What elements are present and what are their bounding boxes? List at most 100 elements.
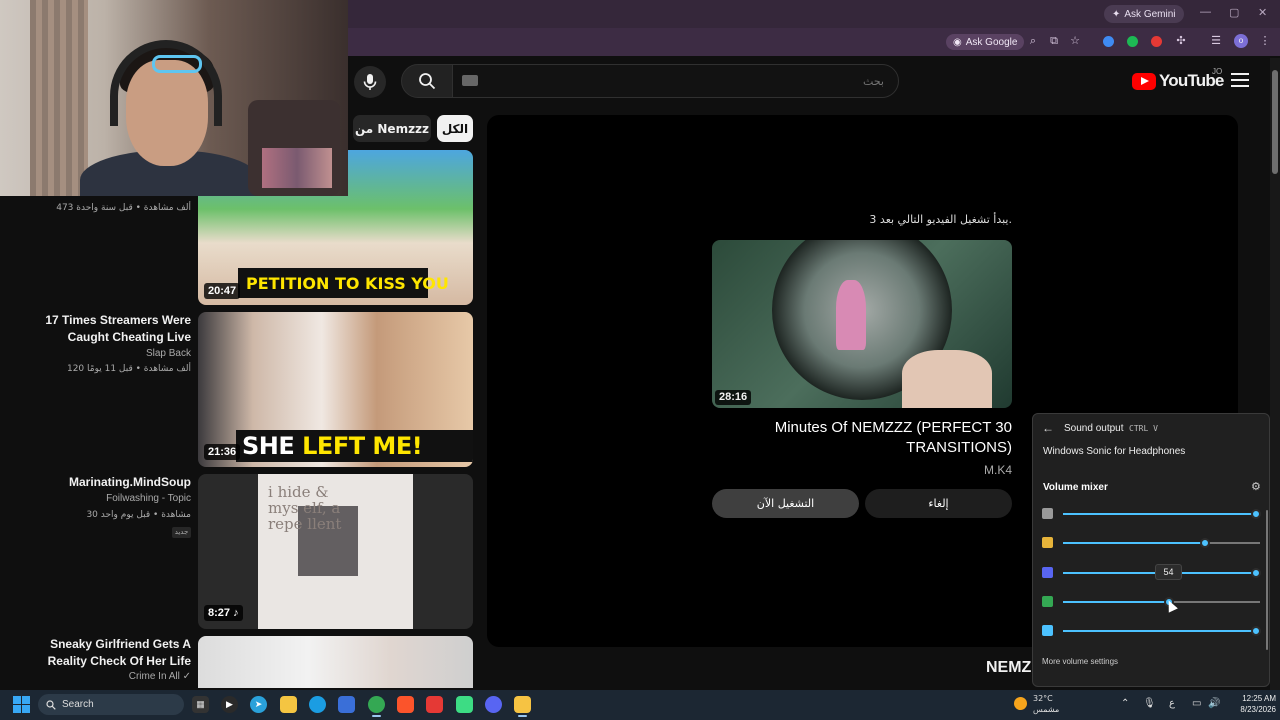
system-clock[interactable]: 12:25 AM 8/23/2026 — [1226, 693, 1276, 715]
volume-slider-thumb[interactable] — [1199, 538, 1210, 548]
volume-slider-thumb[interactable] — [1251, 626, 1262, 636]
up-next-channel[interactable]: M.K4 — [712, 463, 1012, 477]
chip-all[interactable]: الكل — [437, 115, 473, 142]
ask-google-label[interactable]: Ask Google — [966, 37, 1018, 48]
minimize-button[interactable]: — — [1200, 6, 1211, 18]
taskbar-search[interactable]: Search — [38, 694, 184, 715]
weather-widget[interactable]: 32°C مشمس — [1033, 693, 1059, 715]
channel-name[interactable]: Foilwashing - Topic — [106, 493, 191, 504]
maximize-button[interactable]: ▢ — [1229, 6, 1239, 19]
volume-slider[interactable] — [1063, 538, 1260, 548]
volume-slider-fill — [1063, 601, 1170, 603]
play-now-button[interactable]: التشغيل الآن — [712, 489, 859, 518]
search-field[interactable] — [452, 64, 899, 98]
more-volume-settings-link[interactable]: More volume settings — [1042, 657, 1118, 666]
input-language[interactable]: ع — [1169, 698, 1175, 709]
chip-from-channel[interactable]: من Nemzzz — [353, 115, 431, 142]
search-button[interactable] — [401, 64, 453, 98]
channel-name[interactable]: Crime In All ✓ — [129, 671, 191, 682]
install-app-icon[interactable]: ⧉ — [1047, 34, 1061, 48]
telegram-icon[interactable]: ➤ — [250, 696, 267, 713]
app-icon[interactable] — [514, 696, 531, 713]
app-icon[interactable]: ▦ — [192, 696, 209, 713]
chrome-icon[interactable] — [368, 696, 385, 713]
cancel-autoplay-button[interactable]: إلغاء — [865, 489, 1012, 518]
app-icon[interactable] — [426, 696, 443, 713]
channel-name[interactable]: Slap Back — [146, 348, 191, 359]
volume-slider-fill — [1063, 630, 1257, 632]
close-window-button[interactable]: ✕ — [1258, 6, 1267, 19]
voice-search-button[interactable] — [354, 66, 386, 98]
search-icon — [46, 699, 56, 710]
file-explorer-icon[interactable] — [280, 696, 297, 713]
search-input[interactable] — [453, 65, 898, 97]
shortcut-hint: CTRL V — [1129, 424, 1158, 433]
sparkle-icon: ✦ — [1112, 8, 1121, 20]
discord-icon[interactable] — [485, 696, 502, 713]
reading-list-icon[interactable]: ☰ — [1209, 34, 1223, 48]
extension-icon[interactable] — [1127, 36, 1138, 47]
up-next-title[interactable]: Minutes Of NEMZZZ (PERFECT 30 TRANSITION… — [712, 418, 1012, 458]
windows-start-icon[interactable] — [13, 696, 30, 713]
flyout-scrollbar[interactable] — [1266, 510, 1268, 650]
ask-google-button[interactable]: ◉ Ask Google — [946, 34, 1025, 50]
clock-date: 8/23/2026 — [1240, 705, 1276, 714]
browser-toolbar — [348, 28, 1280, 56]
youtube-logo[interactable]: YouTube — [1132, 71, 1224, 91]
profile-avatar[interactable]: o — [1234, 34, 1248, 48]
video-title[interactable]: Marinating.MindSoup — [11, 474, 191, 491]
media-player-icon[interactable]: ▶ — [221, 696, 238, 713]
microphone-icon[interactable]: 🎙 — [1143, 698, 1156, 709]
video-meta: 120 ألف مشاهدة • قبل 11 يومًا — [66, 364, 191, 374]
video-title[interactable]: 17 Times Streamers Were Caught Cheating … — [11, 312, 191, 346]
up-next-thumbnail[interactable] — [712, 240, 1012, 408]
speaker-icon[interactable]: 🔊 — [1208, 698, 1220, 709]
clock-time: 12:25 AM — [1242, 694, 1276, 703]
gear-icon[interactable]: ⚙ — [1251, 480, 1261, 493]
guide-menu-button[interactable] — [1231, 73, 1249, 87]
extensions-puzzle-icon[interactable]: ✣ — [1174, 34, 1188, 48]
video-thumbnail[interactable] — [198, 636, 473, 688]
video-title[interactable]: Sneaky Girlfriend Gets A Reality Check O… — [11, 636, 191, 670]
volume-slider[interactable] — [1063, 509, 1262, 519]
app-window-icon — [1042, 625, 1053, 636]
country-code: JO — [1212, 67, 1223, 76]
store-icon[interactable] — [338, 696, 355, 713]
scrollbar-thumb[interactable] — [1272, 70, 1278, 174]
youtube-play-icon — [1132, 72, 1156, 90]
up-next-duration: 28:16 — [715, 390, 752, 405]
output-device[interactable]: Windows Sonic for Headphones — [1043, 446, 1185, 457]
menu-kebab-icon[interactable]: ⋮ — [1258, 34, 1272, 48]
lens-icon: ◉ — [953, 36, 962, 48]
video-thumbnail[interactable]: SHE LEFT ME! — [198, 312, 473, 467]
volume-slider-fill — [1063, 542, 1205, 544]
extension-icon[interactable] — [1103, 36, 1114, 47]
brave-icon[interactable] — [397, 696, 414, 713]
volume-slider-thumb[interactable] — [1251, 509, 1262, 519]
network-icon[interactable]: ▭ — [1192, 698, 1201, 709]
extension-icon[interactable] — [1151, 36, 1162, 47]
ask-gemini-label: Ask Gemini — [1124, 8, 1176, 20]
volume-slider-thumb[interactable] — [1251, 568, 1262, 578]
weather-sun-icon[interactable] — [1014, 697, 1027, 710]
volume-slider[interactable] — [1063, 626, 1262, 636]
chevron-up-icon[interactable]: ⌃ — [1121, 698, 1129, 709]
thumbnail-caption: SHE LEFT ME! — [242, 432, 423, 460]
video-title-partial: NEMZ — [986, 659, 1032, 676]
keyboard-icon[interactable] — [462, 75, 478, 86]
chrome-icon — [1042, 596, 1053, 607]
zoom-icon[interactable]: ⌕ — [1026, 34, 1040, 48]
edge-icon[interactable] — [309, 696, 326, 713]
ask-gemini-button[interactable]: ✦ Ask Gemini — [1104, 5, 1184, 23]
app-icon[interactable] — [456, 696, 473, 713]
bookmark-star-icon[interactable]: ☆ — [1068, 34, 1082, 48]
video-duration: 8:27 ♪ — [204, 605, 243, 621]
search-icon — [419, 73, 436, 90]
microphone-icon — [363, 74, 377, 90]
thumbnail-caption: PETITION TO KISS YOU — [246, 274, 449, 293]
back-arrow-icon[interactable]: ← — [1042, 421, 1054, 435]
video-duration: 21:36 — [204, 444, 241, 460]
volume-slider[interactable] — [1063, 597, 1260, 607]
volume-tooltip: 54 — [1155, 564, 1182, 580]
weather-desc: مشمس — [1033, 705, 1060, 714]
